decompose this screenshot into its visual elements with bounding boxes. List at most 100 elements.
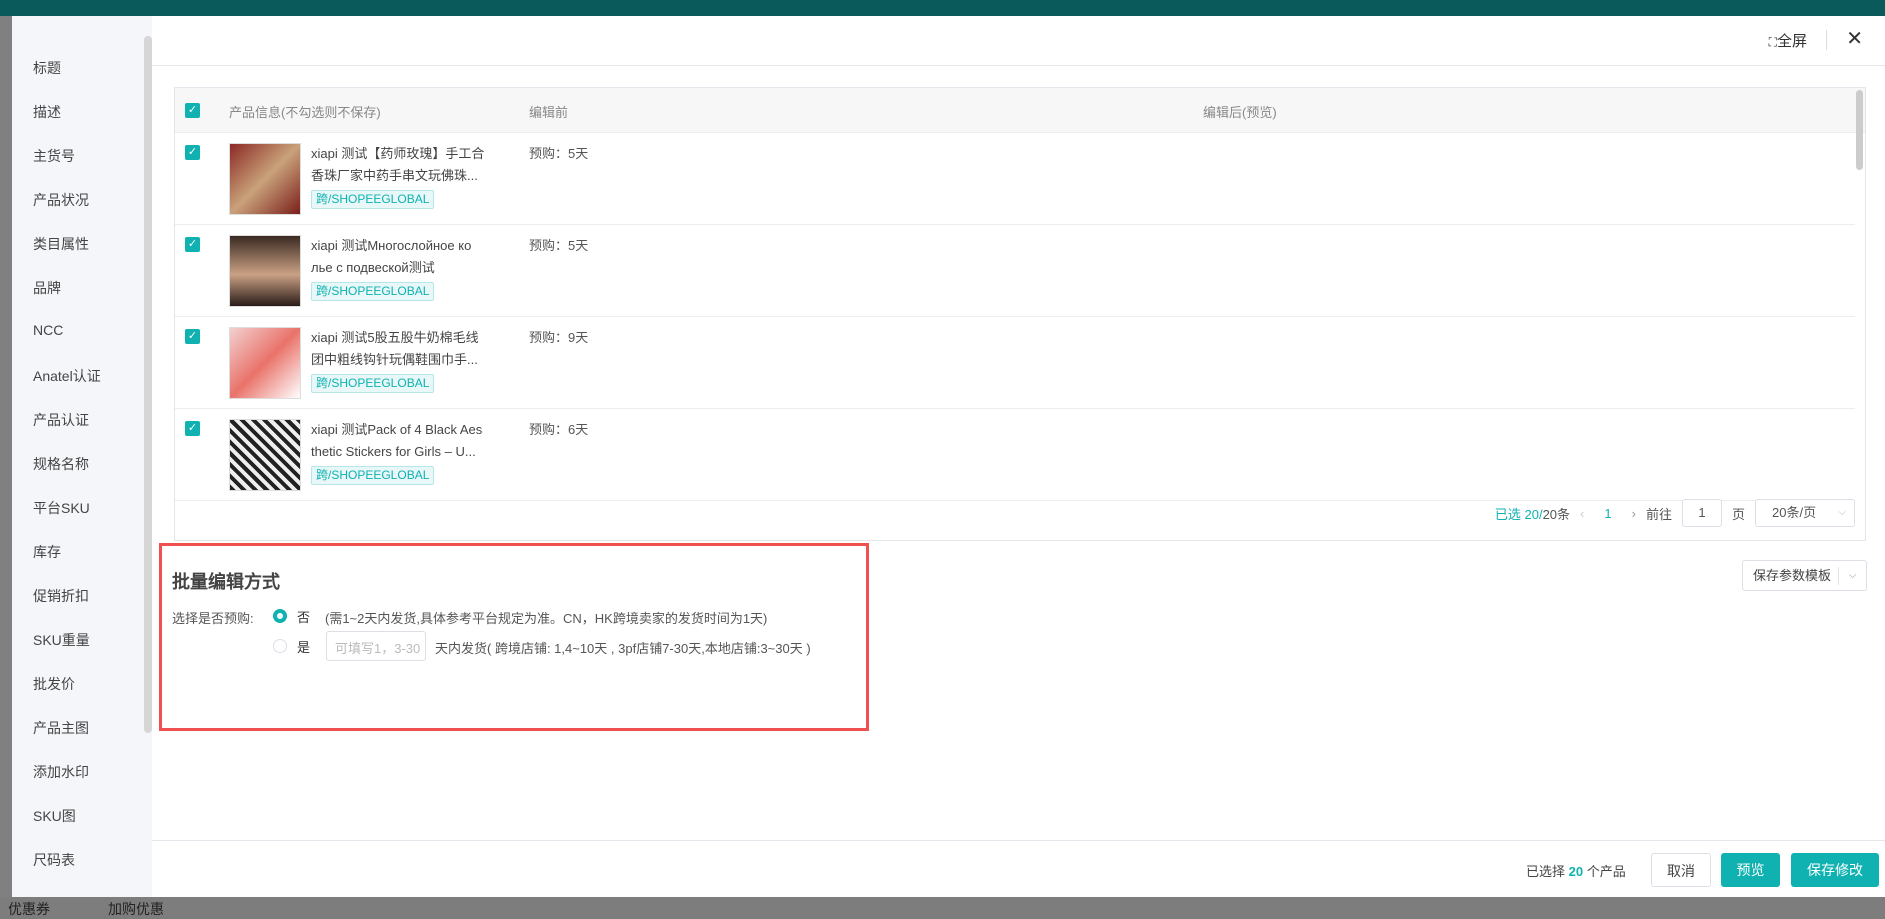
sidebar-item[interactable]: SKU重量 xyxy=(33,630,90,650)
footer-selected: 已选择 20 个产品 xyxy=(1526,861,1626,880)
total-count: 20条 xyxy=(1542,506,1571,522)
col-product-info: 产品信息(不勾选则不保存) xyxy=(229,105,381,120)
selected-count: 20 xyxy=(1568,864,1584,879)
sidebar-item[interactable]: 规格名称 xyxy=(33,454,89,474)
sidebar-item[interactable]: NCC xyxy=(33,322,63,338)
selected-count: 已选 20/ xyxy=(1494,506,1543,522)
field-sidebar: 标题描述主货号产品状况类目属性品牌 NCC Anatel认证 产品认证规格名称平台SK… xyxy=(12,16,152,897)
product-name[interactable]: xiapi 测试5股五股牛奶棉毛线 xyxy=(311,327,501,349)
table-row: ✓ xiapi 测试5股五股牛奶棉毛线团中粗线钩针玩偶鞋围巾手... 跨/SHOP… xyxy=(175,317,1855,409)
radio-yes-label[interactable]: 是 xyxy=(297,637,310,656)
goto-page-input[interactable]: 1 xyxy=(1681,499,1722,527)
product-info: xiapi 测试【药师玫瑰】手工合香珠厂家中药手串文玩佛珠... 跨/SHOPEE… xyxy=(311,143,501,210)
row-checkbox[interactable]: ✓ xyxy=(185,329,200,344)
platform-tag: 跨/SHOPEEGLOBAL xyxy=(311,282,435,301)
save-template-label: 保存参数模板 xyxy=(1753,568,1832,583)
close-icon[interactable]: ✕ xyxy=(1846,26,1863,51)
product-info: xiapi 测试Многослойное ко лье с подвеской测试… xyxy=(311,235,501,302)
page-size-value: 20条/页 xyxy=(1772,505,1817,520)
selected-suffix: 个产品 xyxy=(1586,864,1626,879)
col-before: 编辑前 xyxy=(529,105,569,120)
sidebar-item[interactable]: 描述 xyxy=(33,102,61,122)
sidebar-item[interactable]: 主货号 xyxy=(33,146,75,166)
sidebar-item[interactable]: 平台SKU xyxy=(33,498,90,518)
next-page-icon[interactable]: › xyxy=(1632,506,1636,521)
product-thumbnail xyxy=(229,327,301,399)
chevron-down-icon[interactable]: ⌵ xyxy=(1838,567,1866,585)
table-scrollbar[interactable] xyxy=(1856,90,1863,170)
save-changes-button[interactable]: 保存修改 xyxy=(1791,853,1879,887)
background-page: 优惠券 加购优惠 xyxy=(0,897,1885,919)
goto-label: 前往 xyxy=(1645,506,1672,522)
sidebar-item[interactable]: 类目属性 xyxy=(33,234,89,254)
platform-tag: 跨/SHOPEEGLOBAL xyxy=(311,466,435,485)
radio-no-desc: (需1~2天内发货,具体参考平台规定为准。CN，HK跨境卖家的发货时间为1天) xyxy=(325,611,768,626)
sidebar-item[interactable]: 添加水印 xyxy=(33,762,89,782)
platform-tag: 跨/SHOPEEGLOBAL xyxy=(311,190,435,209)
fullscreen-button[interactable]: ⛶全屏 xyxy=(1769,30,1807,51)
product-name[interactable]: xiapi 测试【药师玫瑰】手工合 xyxy=(311,143,501,165)
selected-prefix: 已选择 xyxy=(1526,864,1566,879)
product-name-cont: 团中粗线钩针玩偶鞋围巾手... xyxy=(311,352,478,367)
product-info: xiapi 测试Pack of 4 Black Aes thetic Sticke… xyxy=(311,419,501,486)
cancel-button[interactable]: 取消 xyxy=(1651,853,1711,887)
radio-no[interactable] xyxy=(273,609,287,623)
sidebar-item[interactable]: 产品状况 xyxy=(33,190,89,210)
bg-tab-addon: 加购优惠 xyxy=(108,901,164,917)
row-checkbox[interactable]: ✓ xyxy=(185,145,200,160)
save-template-button[interactable]: 保存参数模板 ⌵ xyxy=(1742,560,1867,591)
radio-no-label[interactable]: 否 xyxy=(297,607,310,626)
before-value: 预购：5天 xyxy=(529,238,589,253)
sidebar-item[interactable]: 促销折扣 xyxy=(33,586,89,606)
product-name[interactable]: xiapi 测试Pack of 4 Black Aes xyxy=(311,419,501,441)
app-top-bar xyxy=(0,0,1885,16)
product-thumbnail xyxy=(229,235,301,307)
product-table: ✓ 产品信息(不勾选则不保存) 编辑前 编辑后(预览) ✓ xiapi 测试【药… xyxy=(174,87,1866,541)
chevron-down-icon: ⌵ xyxy=(1838,507,1846,518)
table-header: ✓ 产品信息(不勾选则不保存) 编辑前 编辑后(预览) xyxy=(175,88,1865,133)
sidebar-item[interactable]: 产品认证 xyxy=(33,410,89,430)
radio-yes[interactable] xyxy=(273,639,287,653)
modal-header: ⛶全屏 ✕ xyxy=(152,16,1885,66)
product-name-cont: thetic Stickers for Girls – U... xyxy=(311,444,476,459)
row-checkbox[interactable]: ✓ xyxy=(185,237,200,252)
product-name-cont: 香珠厂家中药手串文玩佛珠... xyxy=(311,168,478,183)
select-all-checkbox[interactable]: ✓ xyxy=(185,103,200,118)
page-1[interactable]: 1 xyxy=(1594,506,1621,521)
page-suffix: 页 xyxy=(1731,506,1745,522)
divider xyxy=(1826,30,1827,50)
before-value: 预购：6天 xyxy=(529,422,589,437)
page-size-select[interactable]: 20条/页 ⌵ xyxy=(1755,499,1855,527)
product-thumbnail xyxy=(229,419,301,491)
sidebar-item[interactable]: 库存 xyxy=(33,542,61,562)
before-value: 预购：9天 xyxy=(529,330,589,345)
sidebar-item[interactable]: Anatel认证 xyxy=(33,366,101,386)
sidebar-item[interactable]: 产品主图 xyxy=(33,718,89,738)
expand-icon: ⛶ xyxy=(1768,35,1777,49)
sidebar-item[interactable]: 品牌 xyxy=(33,278,61,298)
preview-button[interactable]: 预览 xyxy=(1721,853,1780,887)
table-row: ✓ xiapi 测试Многослойное ко лье с подвеской… xyxy=(175,225,1855,317)
sidebar-scrollbar[interactable] xyxy=(144,36,152,733)
modal-footer: 已选择 20 个产品 取消 预览 保存修改 xyxy=(152,840,1885,897)
radio-yes-desc: 天内发货( 跨境店铺: 1,4~10天 , 3pf店铺7-30天,本地店铺:3~… xyxy=(435,641,811,656)
sidebar-item[interactable]: 批发价 xyxy=(33,674,75,694)
sidebar-item[interactable]: 尺码表 xyxy=(33,850,75,870)
bg-tab-coupon: 优惠券 xyxy=(8,901,50,917)
sidebar-item[interactable]: SKU图 xyxy=(33,806,76,826)
row-checkbox[interactable]: ✓ xyxy=(185,421,200,436)
product-name[interactable]: xiapi 测试Многослойное ко xyxy=(311,235,501,257)
product-info: xiapi 测试5股五股牛奶棉毛线团中粗线钩针玩偶鞋围巾手... 跨/SHOPEE… xyxy=(311,327,501,394)
prev-page-icon[interactable]: ‹ xyxy=(1580,506,1584,521)
platform-tag: 跨/SHOPEEGLOBAL xyxy=(311,374,435,393)
before-value: 预购：5天 xyxy=(529,146,589,161)
col-after: 编辑后(预览) xyxy=(1203,105,1277,120)
sidebar-item[interactable]: 标题 xyxy=(33,58,61,78)
batch-edit-modal: 标题描述主货号产品状况类目属性品牌 NCC Anatel认证 产品认证规格名称平台SK… xyxy=(12,16,1885,897)
preorder-question: 选择是否预购: xyxy=(172,611,254,626)
product-thumbnail xyxy=(229,143,301,215)
batch-edit-title: 批量编辑方式 xyxy=(172,572,280,592)
table-row: ✓ xiapi 测试【药师玫瑰】手工合香珠厂家中药手串文玩佛珠... 跨/SHOP… xyxy=(175,133,1855,225)
product-name-cont: лье с подвеской测试 xyxy=(311,260,435,275)
days-input[interactable]: 可填写1，3-30 xyxy=(326,631,426,661)
